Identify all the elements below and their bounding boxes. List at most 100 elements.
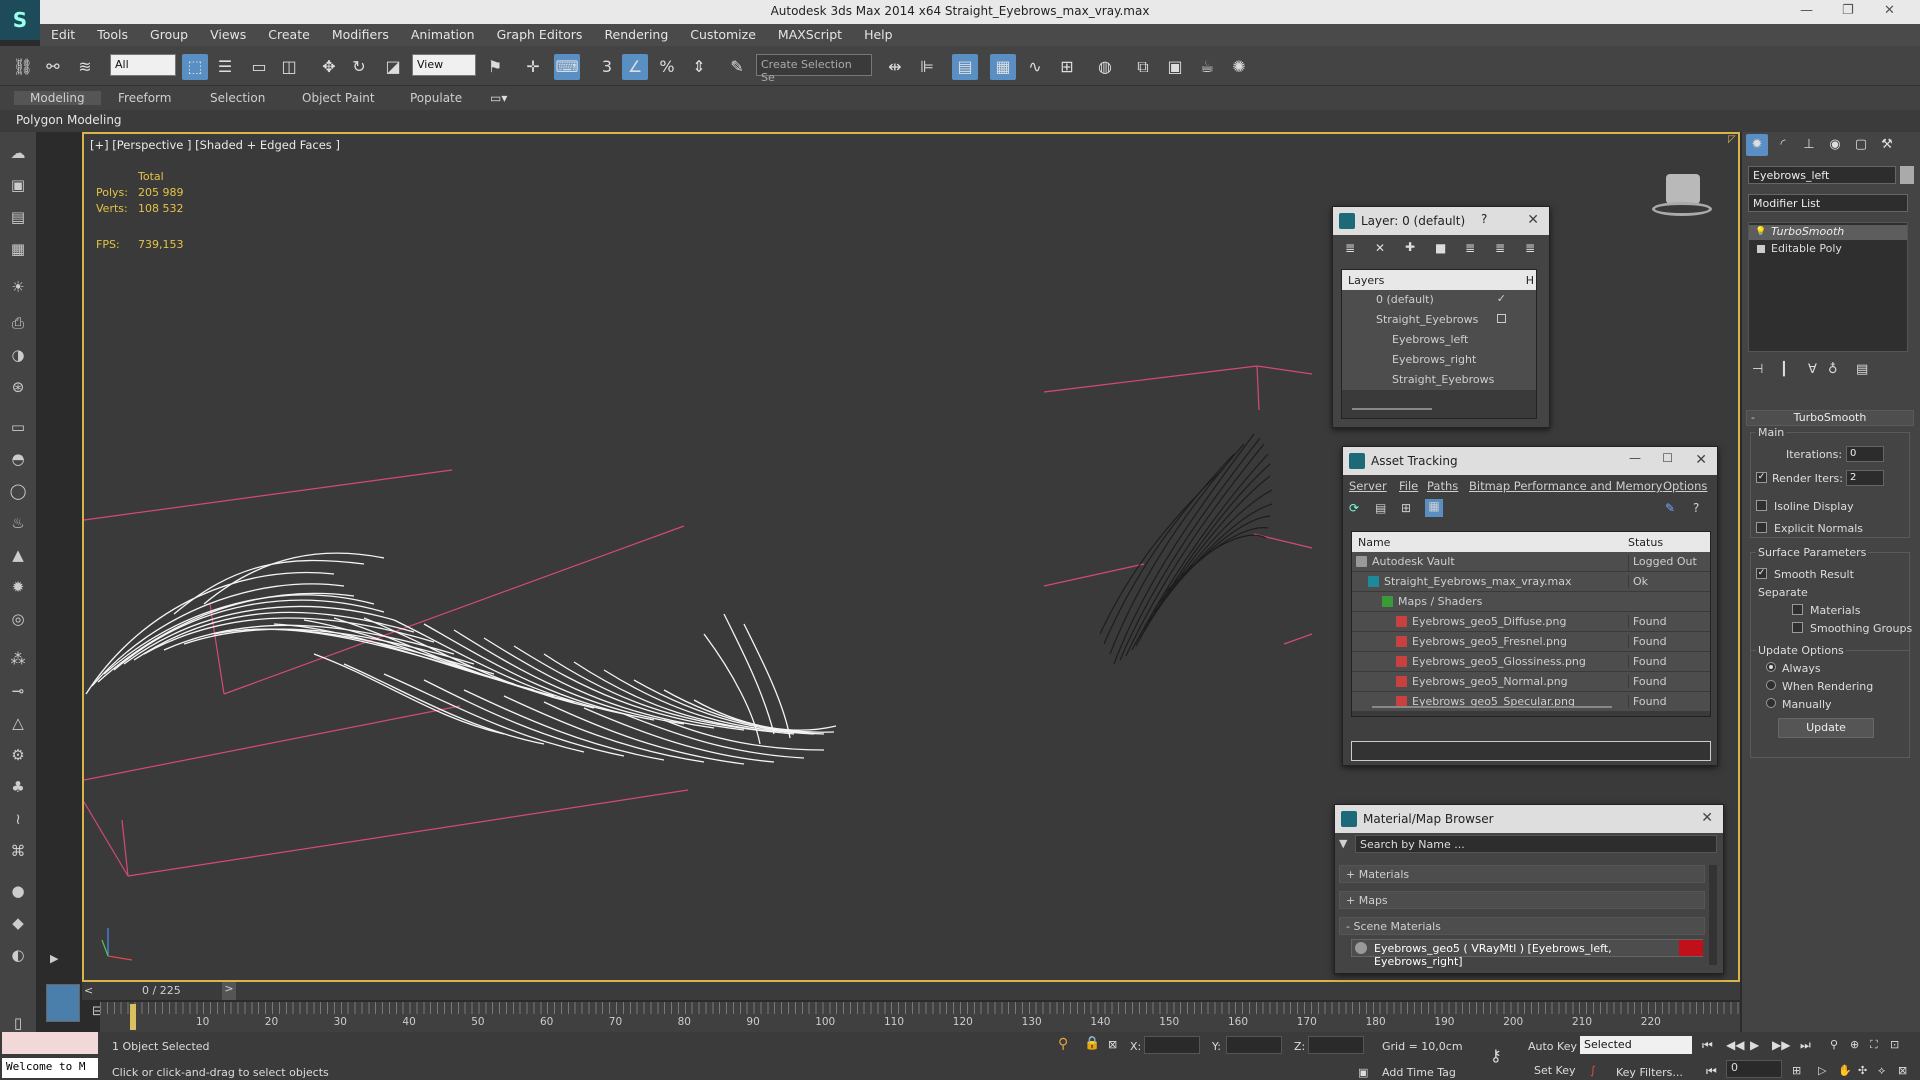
layer-close-icon[interactable]: ✕ (1527, 212, 1539, 228)
fov-icon[interactable]: ▷ (1818, 1064, 1826, 1077)
light-icon[interactable]: ☀ (6, 278, 30, 300)
menu-graph-editors[interactable]: Graph Editors (486, 24, 594, 45)
select-objects-icon[interactable]: ■ (1435, 241, 1446, 255)
asset-row[interactable]: Eyebrows_geo5_Fresnel.png Found (1352, 632, 1710, 652)
curve-editor-icon[interactable]: ∿ (1022, 54, 1048, 80)
z-coordinate-field[interactable] (1308, 1036, 1364, 1054)
zoom-extents-all-icon[interactable]: ⊡ (1890, 1038, 1899, 1051)
tab-populate[interactable]: Populate (410, 91, 462, 105)
when-rendering-radio[interactable] (1766, 680, 1776, 690)
sun-icon[interactable]: ✹ (6, 578, 30, 600)
asset-maximize-icon[interactable]: ☐ (1662, 451, 1673, 465)
zoom-icon[interactable]: ⚲ (1830, 1038, 1838, 1051)
menu-paths[interactable]: Paths (1427, 479, 1458, 493)
smoothing-groups-checkbox[interactable] (1792, 622, 1803, 633)
camera-icon[interactable]: ⎙ (6, 314, 30, 336)
select-manipulate-icon[interactable]: ✛ (520, 54, 546, 80)
window-crossing-icon[interactable]: ◫ (276, 54, 302, 80)
modifier-list-dropdown[interactable]: Modifier List (1748, 194, 1908, 212)
app-logo-button[interactable]: S (0, 0, 40, 40)
zoom-all-icon[interactable]: ⊕ (1850, 1038, 1859, 1051)
play-icon[interactable]: ▶ (1750, 1038, 1759, 1052)
reel-icon[interactable]: ⊛ (6, 378, 30, 400)
cone-icon[interactable]: ▲ (6, 546, 30, 568)
materials-checkbox[interactable] (1792, 604, 1803, 615)
layer-dialog-titlebar[interactable]: Layer: 0 (default) ? ✕ (1333, 207, 1549, 235)
column-status[interactable]: Status (1628, 536, 1663, 549)
pipe-icon[interactable]: ⊸ (6, 682, 30, 704)
menu-rendering[interactable]: Rendering (593, 24, 679, 45)
snaps-toggle-icon[interactable]: 3 (594, 54, 620, 80)
lock-icon[interactable]: 🔒 (1084, 1036, 1100, 1051)
stack-item-turbosmooth[interactable]: TurboSmooth (1749, 225, 1907, 240)
geosphere-icon[interactable]: ◯ (6, 482, 30, 504)
grid-icon[interactable]: ▦ (6, 240, 30, 262)
render-frame-icon[interactable]: ▣ (6, 176, 30, 198)
unlink-icon[interactable]: ⚯ (40, 54, 66, 80)
scene-materials-group[interactable]: - Scene Materials (1339, 917, 1705, 935)
create-tab-icon[interactable]: ✹ (1746, 134, 1768, 156)
align-icon[interactable]: ⊫ (914, 54, 940, 80)
minimize-icon[interactable]: — (1800, 3, 1813, 18)
materials-group[interactable]: + Materials (1339, 865, 1705, 883)
key-mode-dropdown[interactable]: Selected (1580, 1036, 1692, 1054)
goto-start-icon[interactable]: ⏮ (1702, 1038, 1713, 1053)
zoom-extents-icon[interactable]: ⛶ (1870, 1038, 1878, 1052)
asset-row[interactable]: Eyebrows_geo5_Glossiness.png Found (1352, 652, 1710, 672)
explicit-normals-checkbox[interactable] (1756, 522, 1767, 533)
hide-all-icon[interactable]: ≣ (1495, 241, 1505, 255)
ribbon-options-icon[interactable]: ▭▾ (490, 91, 507, 105)
scene-icon[interactable]: ◐ (6, 946, 30, 968)
menu-create[interactable]: Create (257, 24, 321, 45)
asset-row[interactable]: Eyebrows_geo5_Specular.png Found (1352, 692, 1710, 712)
stack-item-editable-poly[interactable]: Editable Poly (1749, 242, 1907, 257)
utilities-tab-icon[interactable]: ⚒ (1876, 134, 1898, 156)
plant-icon[interactable]: ♣ (6, 778, 30, 800)
menu-help[interactable]: Help (853, 24, 904, 45)
layer-row[interactable]: Straight_Eyebrows (1342, 310, 1536, 330)
maxscript-listener[interactable] (2, 1032, 98, 1054)
rotate-icon[interactable]: ↻ (346, 54, 372, 80)
viewport-corner-icon[interactable]: ◸ (1728, 134, 1736, 145)
reference-coordinate-dropdown[interactable]: View (412, 54, 476, 76)
sphere-icon[interactable]: ◓ (6, 450, 30, 472)
hair-icon[interactable]: ≀ (6, 810, 30, 832)
mirror-icon[interactable]: ⇹ (882, 54, 908, 80)
material-browser-titlebar[interactable]: Material/Map Browser ✕ (1335, 805, 1723, 833)
object-icon[interactable]: ◆ (6, 914, 30, 936)
asset-row[interactable]: Eyebrows_geo5_Diffuse.png Found (1352, 612, 1710, 632)
select-object-icon[interactable]: ⬚ (182, 54, 208, 80)
iterations-spinner[interactable]: 0 (1846, 446, 1884, 462)
tree-view-icon[interactable]: ⊞ (1401, 501, 1411, 515)
always-radio[interactable] (1766, 662, 1776, 672)
asset-tracking-titlebar[interactable]: Asset Tracking — ☐ ✕ (1343, 447, 1717, 475)
render-iters-checkbox[interactable]: ✓ (1756, 472, 1767, 483)
column-name[interactable]: Name (1358, 536, 1390, 549)
key-curve-icon[interactable]: ∫ (1590, 1064, 1596, 1077)
material-editor-icon[interactable]: ◍ (1092, 54, 1118, 80)
next-frame-icon[interactable]: > (222, 982, 236, 1000)
named-selection-input[interactable]: Create Selection Se (756, 54, 872, 84)
current-layer-check-icon[interactable]: ✓ (1497, 292, 1506, 305)
menu-maxscript[interactable]: MAXScript (767, 24, 853, 45)
next-key-icon[interactable]: ▶▶ (1772, 1038, 1790, 1052)
torus-icon[interactable]: ◎ (6, 610, 30, 632)
asset-help-icon[interactable]: ? (1693, 501, 1699, 515)
current-frame-field[interactable]: 0 (1726, 1060, 1782, 1078)
show-end-result-icon[interactable]: ┃ (1780, 362, 1788, 377)
render-production-icon[interactable]: ☕ (1194, 54, 1220, 80)
prev-key-icon[interactable]: ◀◀ (1726, 1038, 1744, 1052)
polygon-modeling-label[interactable]: Polygon Modeling (16, 113, 122, 127)
layer-row[interactable]: 0 (default) ✓ (1342, 290, 1536, 310)
layer-row[interactable]: Eyebrows_left (1342, 330, 1536, 350)
menu-tools[interactable]: Tools (86, 24, 139, 45)
move-icon[interactable]: ✥ (316, 54, 342, 80)
asset-row[interactable]: Eyebrows_geo5_Normal.png Found (1352, 672, 1710, 692)
pan-icon[interactable]: ✋ (1838, 1064, 1852, 1077)
menu-bitmap-performance[interactable]: Bitmap Performance and Memory (1469, 479, 1662, 493)
key-filters-button[interactable]: Key Filters... (1616, 1066, 1683, 1079)
lightbulb-icon[interactable]: 💡 (1755, 227, 1766, 237)
restore-icon[interactable]: ❐ (1842, 3, 1854, 18)
layer-scrollbar[interactable] (1352, 408, 1432, 410)
isolate-icon[interactable]: ⚲ (1058, 1036, 1068, 1052)
